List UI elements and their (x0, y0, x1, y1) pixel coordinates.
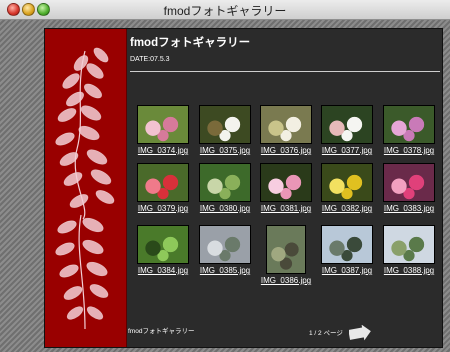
thumbnail-item[interactable]: IMG_0375.jpg (197, 105, 253, 155)
thumbnail-image[interactable] (137, 225, 189, 264)
thumbnail-item[interactable]: IMG_0386.jpg (258, 225, 314, 285)
thumbnail-item[interactable]: IMG_0377.jpg (319, 105, 375, 155)
window-title: fmodフォトギャラリー (163, 4, 287, 18)
page-title: fmodフォトギャラリー (130, 37, 251, 49)
header-divider (130, 71, 440, 72)
thumbnail-filename-link[interactable]: IMG_0385.jpg (197, 266, 253, 275)
footer-site-name: fmodフォトギャラリー (128, 328, 195, 335)
thumbnail-filename-link[interactable]: IMG_0388.jpg (381, 266, 437, 275)
thumbnail-image[interactable] (199, 105, 251, 144)
thumbnail-filename-link[interactable]: IMG_0381.jpg (258, 204, 314, 213)
thumbnail-item[interactable]: IMG_0376.jpg (258, 105, 314, 155)
thumbnail-image[interactable] (137, 105, 189, 144)
next-page-arrow-icon[interactable] (349, 325, 371, 341)
thumbnail-item[interactable]: IMG_0383.jpg (381, 163, 437, 213)
thumbnail-filename-link[interactable]: IMG_0380.jpg (197, 204, 253, 213)
thumbnail-filename-link[interactable]: IMG_0383.jpg (381, 204, 437, 213)
thumbnail-image[interactable] (266, 225, 306, 274)
thumbnail-filename-link[interactable]: IMG_0382.jpg (319, 204, 375, 213)
thumbnail-image[interactable] (383, 105, 435, 144)
thumbnail-image[interactable] (260, 163, 312, 202)
thumbnail-image[interactable] (137, 163, 189, 202)
thumbnail-filename-link[interactable]: IMG_0375.jpg (197, 146, 253, 155)
thumbnail-image[interactable] (260, 105, 312, 144)
thumbnail-item[interactable]: IMG_0384.jpg (135, 225, 191, 275)
thumbnail-item[interactable]: IMG_0388.jpg (381, 225, 437, 275)
gallery-page: fmodフォトギャラリー DATE:07.5.3 IMG_0374.jpg IMG… (44, 28, 443, 348)
thumbnail-filename-link[interactable]: IMG_0384.jpg (135, 266, 191, 275)
thumbnail-item[interactable]: IMG_0382.jpg (319, 163, 375, 213)
thumbnail-filename-link[interactable]: IMG_0378.jpg (381, 146, 437, 155)
thumbnail-image[interactable] (321, 225, 373, 264)
thumbnail-filename-link[interactable]: IMG_0376.jpg (258, 146, 314, 155)
leaf-ornament-icon (55, 47, 115, 330)
thumbnail-item[interactable]: IMG_0374.jpg (135, 105, 191, 155)
thumbnail-image[interactable] (383, 225, 435, 264)
thumbnail-filename-link[interactable]: IMG_0379.jpg (135, 204, 191, 213)
page-indicator: 1 / 2 ページ (309, 330, 343, 337)
thumbnail-item[interactable]: IMG_0378.jpg (381, 105, 437, 155)
date-label: DATE:07.5.3 (130, 56, 170, 63)
window-title-bar: fmodフォトギャラリー (0, 0, 450, 20)
thumbnail-image[interactable] (321, 163, 373, 202)
thumbnail-item[interactable]: IMG_0381.jpg (258, 163, 314, 213)
sidebar-decoration (45, 29, 127, 347)
thumbnail-item[interactable]: IMG_0380.jpg (197, 163, 253, 213)
thumbnail-filename-link[interactable]: IMG_0386.jpg (258, 276, 314, 285)
thumbnail-image[interactable] (321, 105, 373, 144)
thumbnail-image[interactable] (199, 163, 251, 202)
thumbnail-image[interactable] (199, 225, 251, 264)
thumbnail-filename-link[interactable]: IMG_0377.jpg (319, 146, 375, 155)
thumbnail-image[interactable] (383, 163, 435, 202)
thumbnail-item[interactable]: IMG_0385.jpg (197, 225, 253, 275)
thumbnail-filename-link[interactable]: IMG_0374.jpg (135, 146, 191, 155)
thumbnail-item[interactable]: IMG_0379.jpg (135, 163, 191, 213)
thumbnail-item[interactable]: IMG_0387.jpg (319, 225, 375, 275)
thumbnail-filename-link[interactable]: IMG_0387.jpg (319, 266, 375, 275)
